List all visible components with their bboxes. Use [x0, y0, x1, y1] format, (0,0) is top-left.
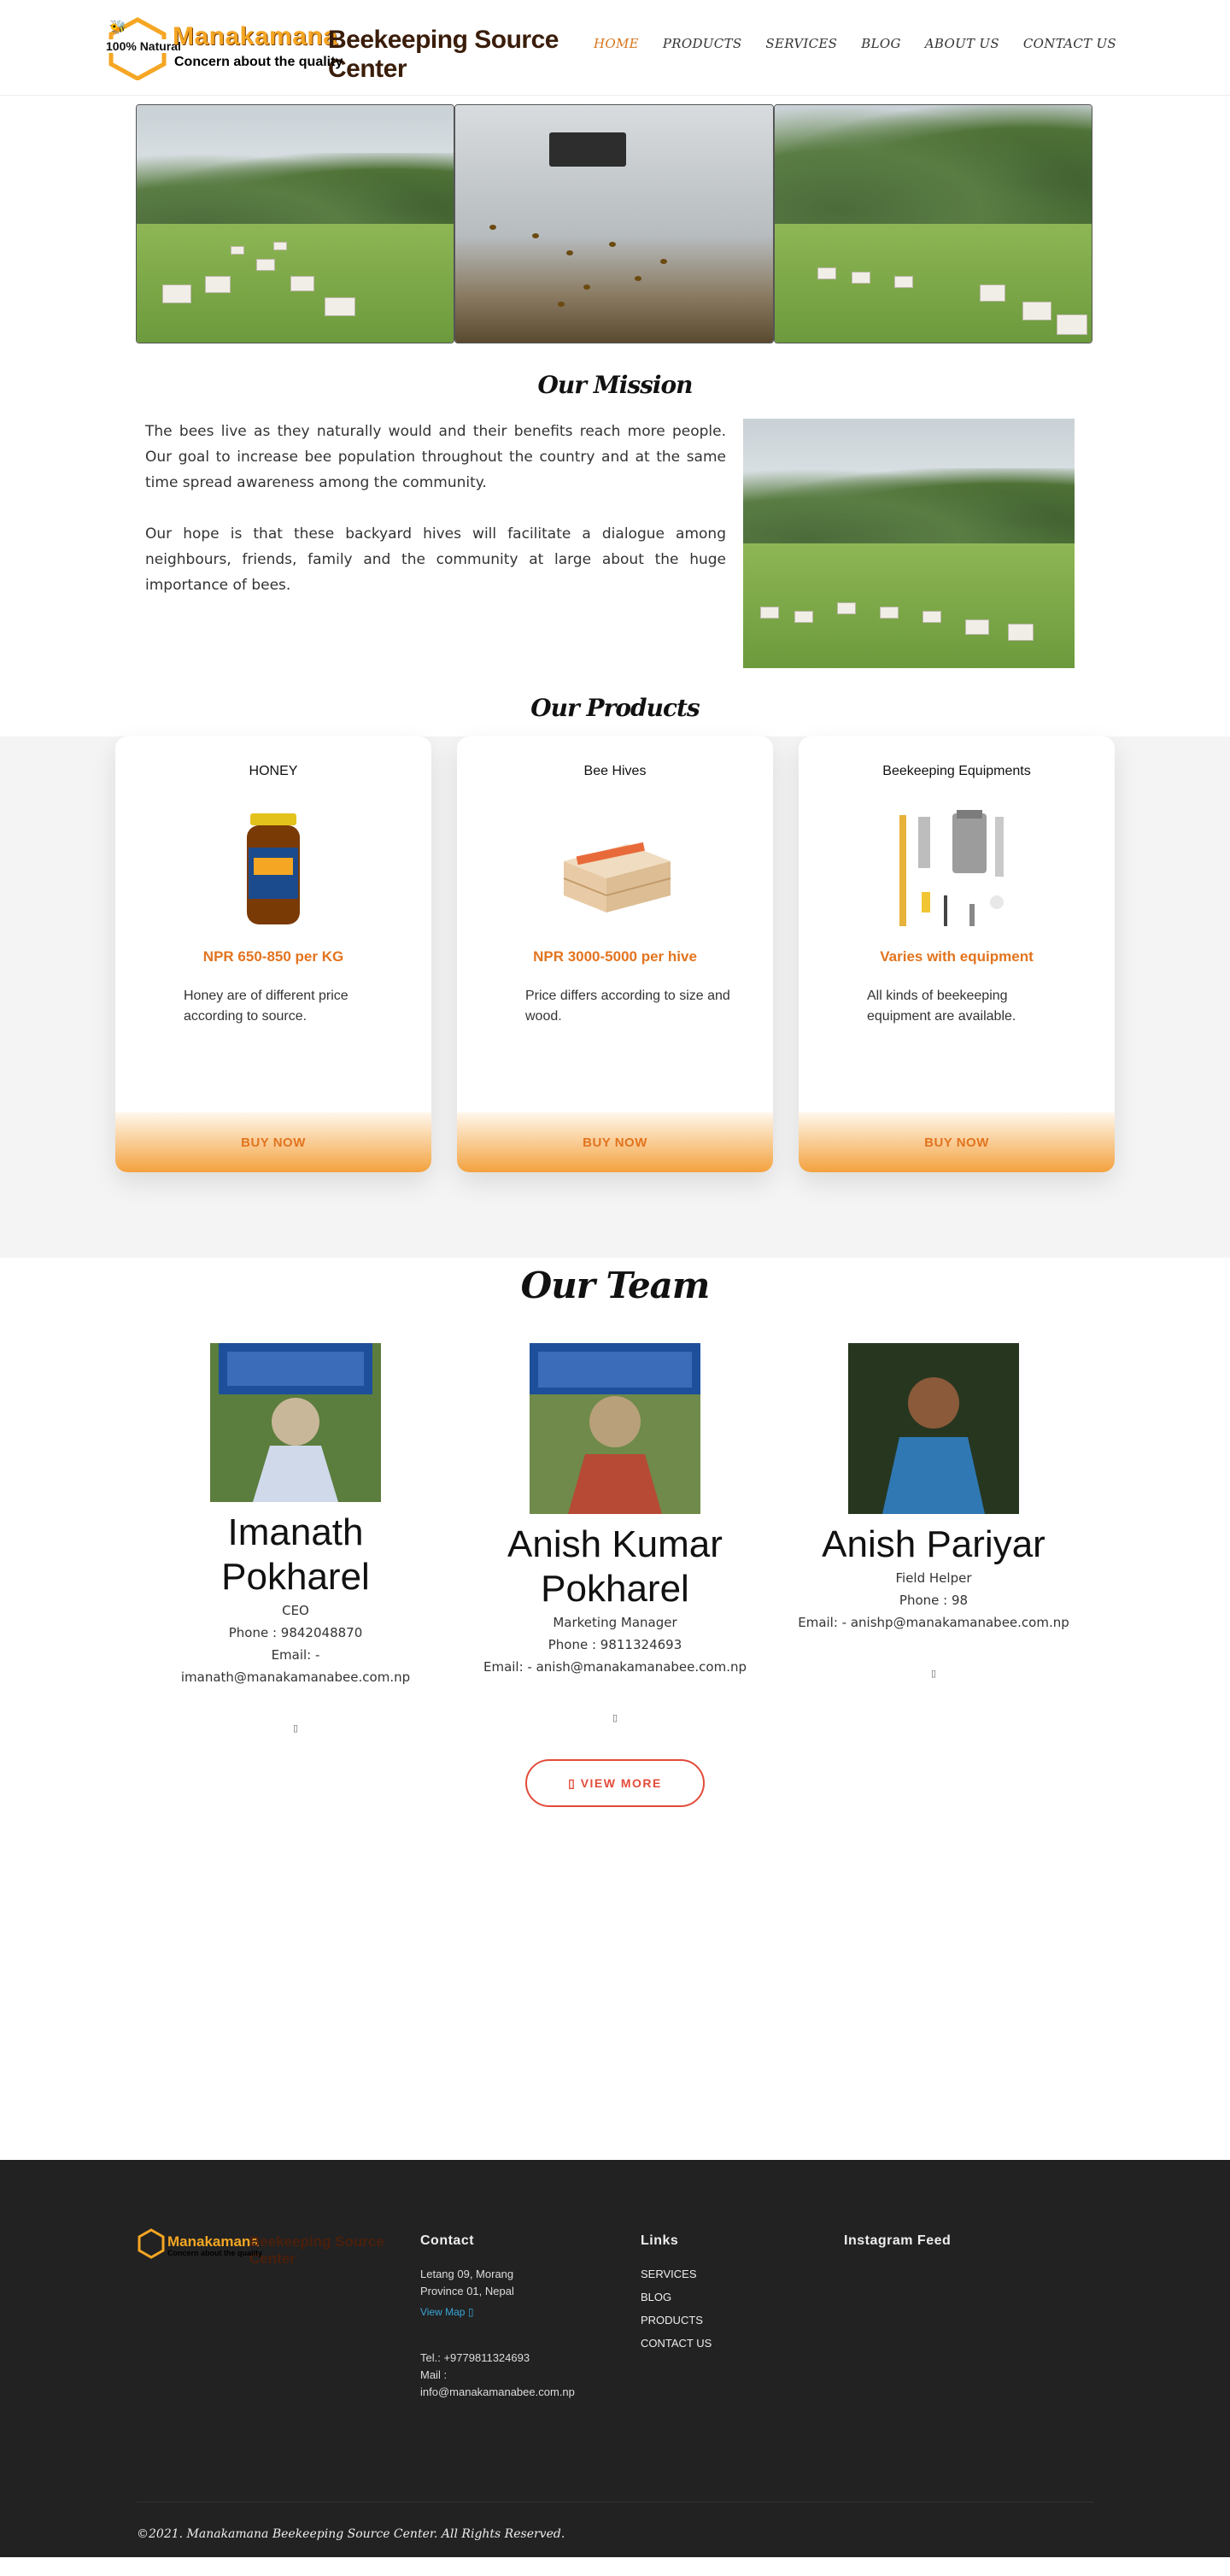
view-map-link[interactable]: View Map ▯ — [420, 2303, 473, 2321]
honey-jar-icon — [247, 813, 300, 924]
social-icon[interactable]: ▯ — [159, 1722, 432, 1734]
buy-now-button[interactable]: BUY NOW — [115, 1112, 431, 1172]
mission-paragraph-1: The bees live as they naturally would an… — [145, 423, 726, 491]
mission-text: The bees live as they naturally would an… — [145, 419, 726, 598]
footer-links: SERVICES BLOG PRODUCTS CONTACT US — [641, 2262, 712, 2355]
footer-link-products[interactable]: PRODUCTS — [641, 2309, 712, 2332]
footer-contact-heading: Contact — [420, 2233, 475, 2248]
product-description: Honey are of different price according t… — [184, 989, 348, 1024]
footer-links-heading: Links — [641, 2233, 679, 2248]
product-card-bee-hives: Bee Hives NPR 3000-5000 per hive Price d… — [457, 736, 773, 1172]
buy-now-button[interactable]: BUY NOW — [457, 1112, 773, 1172]
site-footer: Manakamana Beekeeping Source Center Conc… — [0, 2160, 1230, 2557]
footer-logo-title-secondary: Beekeeping Source Center — [249, 2233, 384, 2267]
member-role: CEO — [282, 1603, 309, 1618]
nav-about-us[interactable]: ABOUT US — [925, 36, 999, 51]
footer-logo-title-primary: Manakamana — [167, 2233, 259, 2250]
social-icon[interactable]: ▯ — [478, 1712, 752, 1723]
member-photo — [530, 1343, 700, 1514]
social-icon[interactable]: ▯ — [797, 1668, 1070, 1679]
team-member-anish-pariyar: Anish Pariyar Field Helper Phone : 98 Em… — [797, 1343, 1070, 1679]
view-more-button[interactable]: ▯ VIEW MORE — [525, 1759, 705, 1807]
product-name: Beekeeping Equipments — [882, 764, 1031, 778]
footer-instagram-heading: Instagram Feed — [844, 2233, 952, 2248]
team-member-anish-kumar: Anish Kumar Pokharel Marketing Manager P… — [478, 1343, 752, 1723]
mission-title: Our Mission — [537, 371, 693, 399]
main-nav: HOME PRODUCTS SERVICES BLOG ABOUT US CON… — [594, 36, 1116, 51]
nav-blog[interactable]: BLOG — [861, 36, 900, 51]
member-role: Marketing Manager — [553, 1615, 677, 1630]
footer-address: Letang 09, Morang Province 01, Nepal — [420, 2268, 514, 2297]
logo-title-secondary: Beekeeping Source Center — [328, 26, 559, 83]
apiary-gallery — [136, 104, 1092, 343]
member-phone: Phone : 98 — [899, 1593, 969, 1608]
footer-tel: Tel.: +9779811324693 — [420, 2351, 530, 2364]
footer-logo-tagline: Concern about the quality — [167, 2249, 263, 2257]
member-photo — [210, 1343, 381, 1502]
mission-paragraph-2: Our hope is that these backyard hives wi… — [145, 525, 726, 594]
nav-contact-us[interactable]: CONTACT US — [1023, 36, 1116, 51]
product-name: HONEY — [249, 764, 298, 778]
natural-badge: 100% Natural — [104, 39, 183, 53]
team-member-imanath: Imanath Pokharel CEO Phone : 9842048870 … — [159, 1343, 432, 1734]
gallery-image-apiary-field[interactable] — [136, 104, 455, 343]
member-role: Field Helper — [895, 1570, 972, 1586]
products-title: Our Products — [530, 694, 700, 722]
nav-services[interactable]: SERVICES — [765, 36, 837, 51]
member-email: Email: - anishp@manakamanabee.com.np — [798, 1615, 1069, 1630]
product-description: Price differs according to size and wood… — [525, 989, 730, 1024]
bee-hive-box-icon — [563, 842, 671, 912]
product-price: Varies with equipment — [880, 948, 1034, 965]
footer-mail[interactable]: info@manakamanabee.com.np — [420, 2384, 575, 2401]
member-phone: Phone : 9842048870 — [228, 1625, 363, 1640]
member-photo — [848, 1343, 1019, 1514]
member-email: Email: - imanath@manakamanabee.com.np — [180, 1647, 411, 1685]
logo-title-primary: Manakamana — [173, 22, 338, 50]
footer-mail-label: Mail : — [420, 2368, 448, 2381]
member-phone: Phone : 9811324693 — [548, 1637, 682, 1652]
member-email: Email: - anish@manakamanabee.com.np — [483, 1659, 747, 1675]
nav-products[interactable]: PRODUCTS — [663, 36, 742, 51]
site-logo[interactable]: 🐝 100% Natural Manakamana Beekeeping Sou… — [104, 14, 625, 83]
footer-divider — [137, 2502, 1093, 2503]
view-more-icon: ▯ — [568, 1775, 581, 1790]
footer-link-blog[interactable]: BLOG — [641, 2286, 712, 2309]
footer-logo[interactable]: Manakamana Beekeeping Source Center Conc… — [137, 2228, 393, 2267]
bee-icon: 🐝 — [109, 21, 126, 35]
beekeeping-tools-icon — [899, 810, 1004, 926]
member-name: Anish Kumar Pokharel — [507, 1523, 723, 1610]
product-name: Bee Hives — [583, 764, 647, 778]
footer-link-contact-us[interactable]: CONTACT US — [641, 2332, 712, 2355]
logo-tagline: Concern about the quality — [174, 55, 343, 69]
footer-link-services[interactable]: SERVICES — [641, 2262, 712, 2286]
member-name: Imanath Pokharel — [221, 1511, 370, 1598]
view-more-label: VIEW MORE — [580, 1775, 662, 1790]
product-card-beekeeping-equipments: Beekeeping Equipments Varies with equipm… — [799, 736, 1115, 1172]
site-header: 🐝 100% Natural Manakamana Beekeeping Sou… — [0, 0, 1230, 96]
member-name: Anish Pariyar — [822, 1523, 1046, 1565]
mission-image — [743, 419, 1075, 668]
product-description: All kinds of beekeeping equipment are av… — [867, 989, 1016, 1024]
nav-home[interactable]: HOME — [594, 36, 639, 51]
footer-hexagon-icon — [138, 2228, 165, 2259]
view-map-label: View Map — [420, 2306, 466, 2318]
copyright-text: ©2021. Manakamana Beekeeping Source Cent… — [137, 2527, 565, 2541]
team-title: Our Team — [520, 1265, 711, 1306]
product-price: NPR 3000-5000 per hive — [533, 948, 697, 965]
gallery-image-hive-closeup[interactable] — [454, 104, 774, 343]
product-card-honey: HONEY NPR 650-850 per KG Honey are of di… — [115, 736, 431, 1172]
gallery-image-beekeeper-field[interactable] — [773, 104, 1092, 343]
buy-now-button[interactable]: BUY NOW — [799, 1112, 1115, 1172]
product-price: NPR 650-850 per KG — [202, 948, 344, 965]
